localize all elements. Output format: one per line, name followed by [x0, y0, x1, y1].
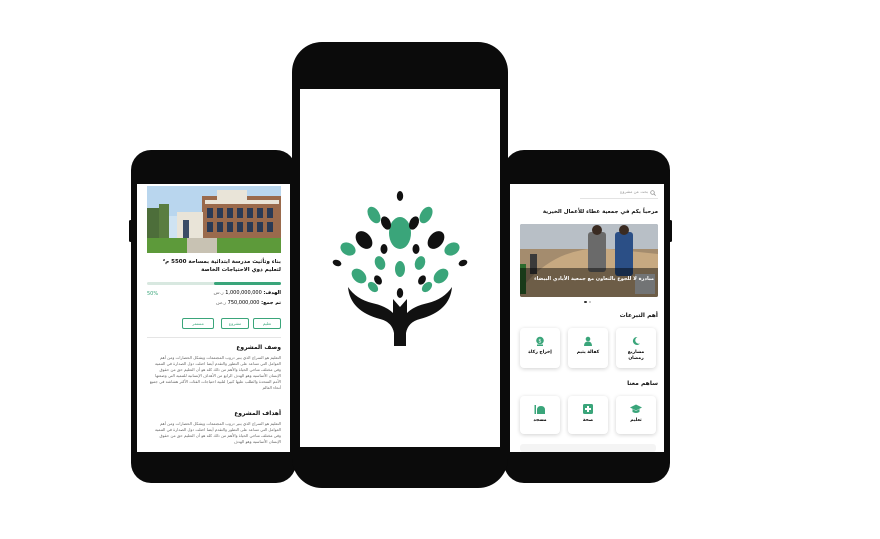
side-button	[669, 220, 672, 242]
contribute-label: مسجد	[533, 418, 547, 423]
home-screen: بحث عن مشروع مرحباً بكم في جمعية عطاء لل…	[510, 184, 664, 452]
goal-label: الهدف:	[263, 290, 281, 296]
progress-fill	[214, 282, 281, 285]
mosque-icon	[534, 405, 545, 414]
donation-card-zakat[interactable]: $ إخراج زكاة	[520, 328, 560, 368]
progress-track	[147, 282, 281, 285]
description-heading: وصف المشروع	[236, 344, 281, 351]
medical-cross-icon	[583, 404, 593, 414]
banner-photo	[520, 224, 658, 297]
tag-project[interactable]: مشروع	[221, 318, 249, 329]
divider	[147, 337, 281, 338]
goal-currency: ر.س	[213, 290, 224, 296]
contribute-label: تعليم	[630, 418, 642, 423]
contribute-card-health[interactable]: صحة	[568, 396, 608, 434]
tag-ongoing[interactable]: مستمر	[182, 318, 214, 329]
phone-right-home: بحث عن مشروع مرحباً بكم في جمعية عطاء لل…	[504, 150, 672, 483]
splash-screen	[300, 89, 500, 447]
banner-carousel[interactable]: مبادرة لا للجوع بالتعاون مع جمعية الأياد…	[520, 224, 658, 297]
donation-card-orphan[interactable]: كفالة يتيم	[568, 328, 608, 368]
svg-text:$: $	[538, 338, 541, 344]
contribute-heading: ساهم معنا	[627, 380, 658, 387]
project-photo	[147, 186, 281, 253]
collected-value: 750,000,000	[227, 300, 260, 306]
donation-label: مشاريع رمضان	[627, 350, 645, 361]
donation-label: كفالة يتيم	[576, 350, 600, 355]
donations-heading: أهم التبرعات	[619, 312, 658, 319]
goals-text: التعليم هو السراج الذي ينير دروب المجتمع…	[154, 421, 281, 444]
search-input[interactable]: بحث عن مشروع	[588, 189, 648, 194]
contribute-card-education[interactable]: تعليم	[616, 396, 656, 434]
side-button	[129, 220, 132, 242]
coin-bag-icon: $	[536, 336, 544, 346]
bottom-card-peek	[520, 444, 656, 452]
goals-heading: أهداف المشروع	[234, 410, 281, 417]
donation-card-ramadan[interactable]: مشاريع رمضان	[616, 328, 656, 368]
banner-caption: مبادرة لا للجوع بالتعاون مع جمعية الأياد…	[534, 276, 654, 282]
donation-label: إخراج زكاة	[528, 350, 552, 355]
moon-icon	[632, 336, 640, 345]
description-text: التعليم هو السراج الذي ينير دروب المجتمع…	[149, 355, 281, 390]
carousel-dot-active[interactable]	[584, 301, 587, 303]
collected-row: تم جمع: 750,000,000 ر.س	[197, 300, 281, 308]
contribute-card-mosque[interactable]: مسجد	[520, 396, 560, 434]
carousel-dots[interactable]	[584, 301, 594, 304]
search-bar[interactable]: بحث عن مشروع	[580, 188, 658, 199]
collected-currency: ر.س	[215, 300, 227, 306]
goal-row: الهدف: 1,000,000,000 ر.س	[197, 290, 281, 298]
progress-percent: 50%	[147, 291, 159, 297]
tag-education[interactable]: تعليم	[253, 318, 281, 329]
welcome-title: مرحباً بكم في جمعية عطاء للأعمال الخيرية	[542, 209, 658, 215]
project-details-screen: بناء وتأثيث مدرسة ابتدائية بمساحة 5500 م…	[137, 184, 290, 452]
project-title: بناء وتأثيث مدرسة ابتدائية بمساحة 5500 م…	[162, 259, 281, 273]
collected-label: تم جمع:	[261, 300, 281, 306]
graduation-cap-icon	[630, 404, 642, 413]
phone-left-project-details: بناء وتأثيث مدرسة ابتدائية بمساحة 5500 م…	[129, 150, 296, 483]
contribute-label: صحة	[582, 418, 594, 423]
person-icon	[584, 336, 592, 346]
carousel-dot[interactable]	[589, 301, 591, 303]
phone-center-splash	[292, 42, 508, 488]
tree-hands-logo	[332, 191, 468, 346]
goal-value: 1,000,000,000	[225, 290, 262, 296]
search-icon	[650, 190, 656, 196]
